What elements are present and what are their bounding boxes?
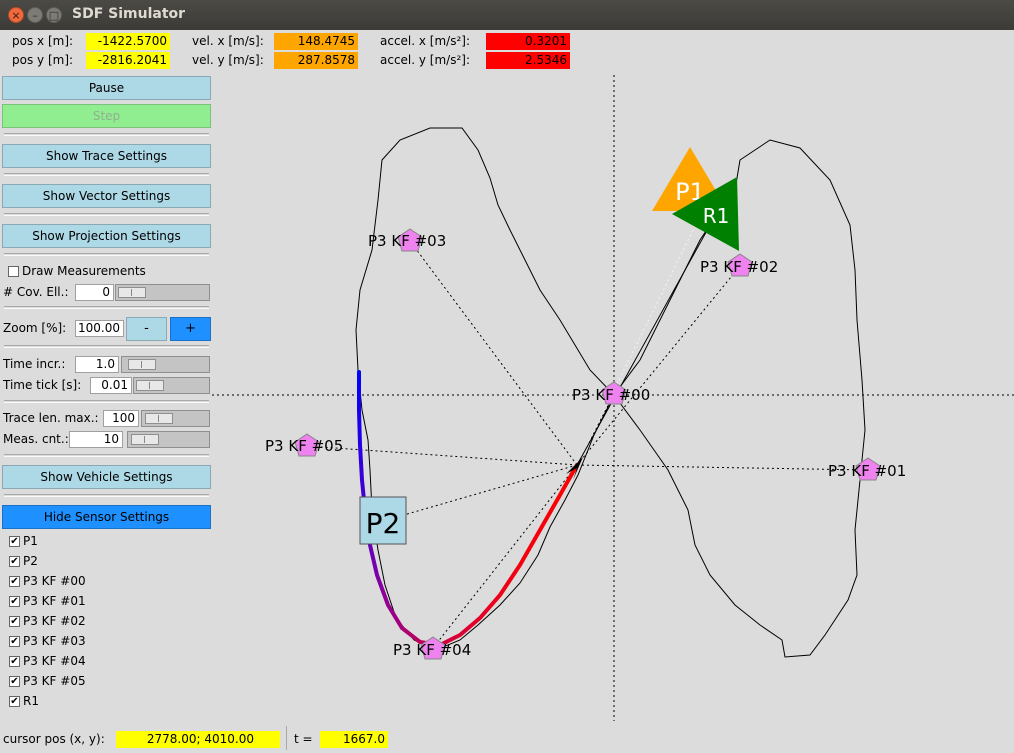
show-projection-settings-button[interactable]: Show Projection Settings	[2, 224, 211, 248]
accel-y-value: 2.5346	[486, 52, 570, 69]
trace-len-slider[interactable]	[141, 410, 210, 427]
show-trace-settings-button[interactable]: Show Trace Settings	[2, 144, 211, 168]
sensor-label-p2: P2	[23, 554, 38, 568]
slider-handle[interactable]	[145, 413, 173, 424]
time-tick-label: Time tick [s]:	[3, 378, 82, 392]
separator	[4, 253, 209, 256]
simulation-canvas[interactable]: P1 R1 P2 P3 KF #00 P3 KF #01 P3 KF #02 P…	[212, 75, 1014, 721]
cursor-pos-value: 2778.00; 4010.00	[116, 731, 280, 748]
separator	[4, 306, 209, 309]
draw-measurements-checkbox[interactable]	[8, 266, 19, 277]
meas-cnt-input[interactable]: 10	[69, 431, 123, 448]
title-bar: × – □ SDF Simulator	[0, 0, 1014, 30]
sensor-r1-label: R1	[703, 204, 730, 228]
sensor-checkbox-kf04[interactable]: ✔	[9, 656, 20, 667]
time-label: t =	[294, 732, 313, 746]
separator	[4, 173, 209, 176]
sensor-label-kf03: P3 KF #03	[23, 634, 86, 648]
step-button[interactable]: Step	[2, 104, 211, 128]
sensor-checkbox-r1[interactable]: ✔	[9, 696, 20, 707]
pos-x-value: -1422.5700	[86, 33, 170, 50]
slider-handle[interactable]	[131, 434, 159, 445]
measurement-line-p1	[576, 211, 703, 466]
hide-sensor-settings-button[interactable]: Hide Sensor Settings	[2, 505, 211, 529]
separator	[4, 400, 209, 403]
sensor-label-kf00: P3 KF #00	[23, 574, 86, 588]
sensor-checkbox-kf00[interactable]: ✔	[9, 576, 20, 587]
sensor-label-r1: R1	[23, 694, 39, 708]
show-vector-settings-button[interactable]: Show Vector Settings	[2, 184, 211, 208]
sensor-kf00-label: P3 KF #00	[572, 386, 650, 404]
sensor-label-kf01: P3 KF #01	[23, 594, 86, 608]
vel-x-label: vel. x [m/s]:	[192, 34, 264, 48]
sensor-checkbox-kf05[interactable]: ✔	[9, 676, 20, 687]
sensor-label-kf02: P3 KF #02	[23, 614, 86, 628]
draw-measurements-label: Draw Measurements	[22, 264, 146, 278]
show-vehicle-settings-button[interactable]: Show Vehicle Settings	[2, 465, 211, 489]
sensor-kf05-label: P3 KF #05	[265, 437, 343, 455]
cov-ell-slider[interactable]	[115, 284, 210, 301]
slider-handle[interactable]	[136, 380, 164, 391]
vel-x-value: 148.4745	[274, 33, 358, 50]
slider-handle[interactable]	[128, 359, 156, 370]
time-incr-label: Time incr.:	[3, 357, 66, 371]
separator	[4, 213, 209, 216]
maximize-icon[interactable]: □	[46, 7, 62, 23]
meas-cnt-label: Meas. cnt.:	[3, 432, 69, 446]
sensor-label-p1: P1	[23, 534, 38, 548]
vel-y-label: vel. y [m/s]:	[192, 53, 264, 67]
pos-y-value: -2816.2041	[86, 52, 170, 69]
separator	[4, 454, 209, 457]
sensor-kf01-label: P3 KF #01	[828, 462, 906, 480]
accel-y-label: accel. y [m/s²]:	[380, 53, 471, 67]
cov-ell-input[interactable]: 0	[75, 284, 114, 301]
sensor-label-kf04: P3 KF #04	[23, 654, 86, 668]
window-title: SDF Simulator	[72, 6, 186, 22]
sensor-checkbox-kf03[interactable]: ✔	[9, 636, 20, 647]
sensor-checkbox-p2[interactable]: ✔	[9, 556, 20, 567]
minimize-icon[interactable]: –	[27, 7, 43, 23]
pause-button[interactable]: Pause	[2, 76, 211, 100]
status-bar: cursor pos (x, y): 2778.00; 4010.00 t = …	[0, 724, 1014, 753]
vel-y-value: 287.8578	[274, 52, 358, 69]
separator	[4, 345, 209, 348]
time-tick-input[interactable]: 0.01	[90, 377, 132, 394]
sensor-label-kf05: P3 KF #05	[23, 674, 86, 688]
meas-cnt-slider[interactable]	[127, 431, 210, 448]
time-value: 1667.0	[320, 731, 388, 748]
zoom-input[interactable]: 100.00	[75, 320, 124, 337]
time-incr-slider[interactable]	[121, 356, 210, 373]
status-divider	[286, 726, 287, 750]
pos-y-label: pos y [m]:	[12, 53, 74, 67]
zoom-label: Zoom [%]:	[3, 321, 67, 335]
sensor-checkbox-kf01[interactable]: ✔	[9, 596, 20, 607]
sensor-kf03-label: P3 KF #03	[368, 232, 446, 250]
cursor-pos-label: cursor pos (x, y):	[3, 732, 105, 746]
zoom-in-button[interactable]: +	[170, 317, 211, 341]
slider-handle[interactable]	[118, 287, 146, 298]
time-incr-input[interactable]: 1.0	[75, 356, 119, 373]
separator	[4, 133, 209, 136]
cov-ell-label: # Cov. Ell.:	[3, 285, 69, 299]
accel-x-label: accel. x [m/s²]:	[380, 34, 471, 48]
sensor-checkbox-kf02[interactable]: ✔	[9, 616, 20, 627]
close-icon[interactable]: ×	[8, 7, 24, 23]
sensor-kf04-label: P3 KF #04	[393, 641, 471, 659]
trace-len-input[interactable]: 100	[103, 410, 139, 427]
sensor-kf02-label: P3 KF #02	[700, 258, 778, 276]
zoom-out-button[interactable]: -	[126, 317, 167, 341]
time-tick-slider[interactable]	[133, 377, 210, 394]
trace-len-label: Trace len. max.:	[3, 411, 99, 425]
separator	[4, 494, 209, 497]
accel-x-value: 0.3201	[486, 33, 570, 50]
sensor-checkbox-p1[interactable]: ✔	[9, 536, 20, 547]
sensor-p2-label: P2	[366, 507, 401, 540]
measurement-lines	[306, 240, 869, 649]
pos-x-label: pos x [m]:	[12, 34, 74, 48]
